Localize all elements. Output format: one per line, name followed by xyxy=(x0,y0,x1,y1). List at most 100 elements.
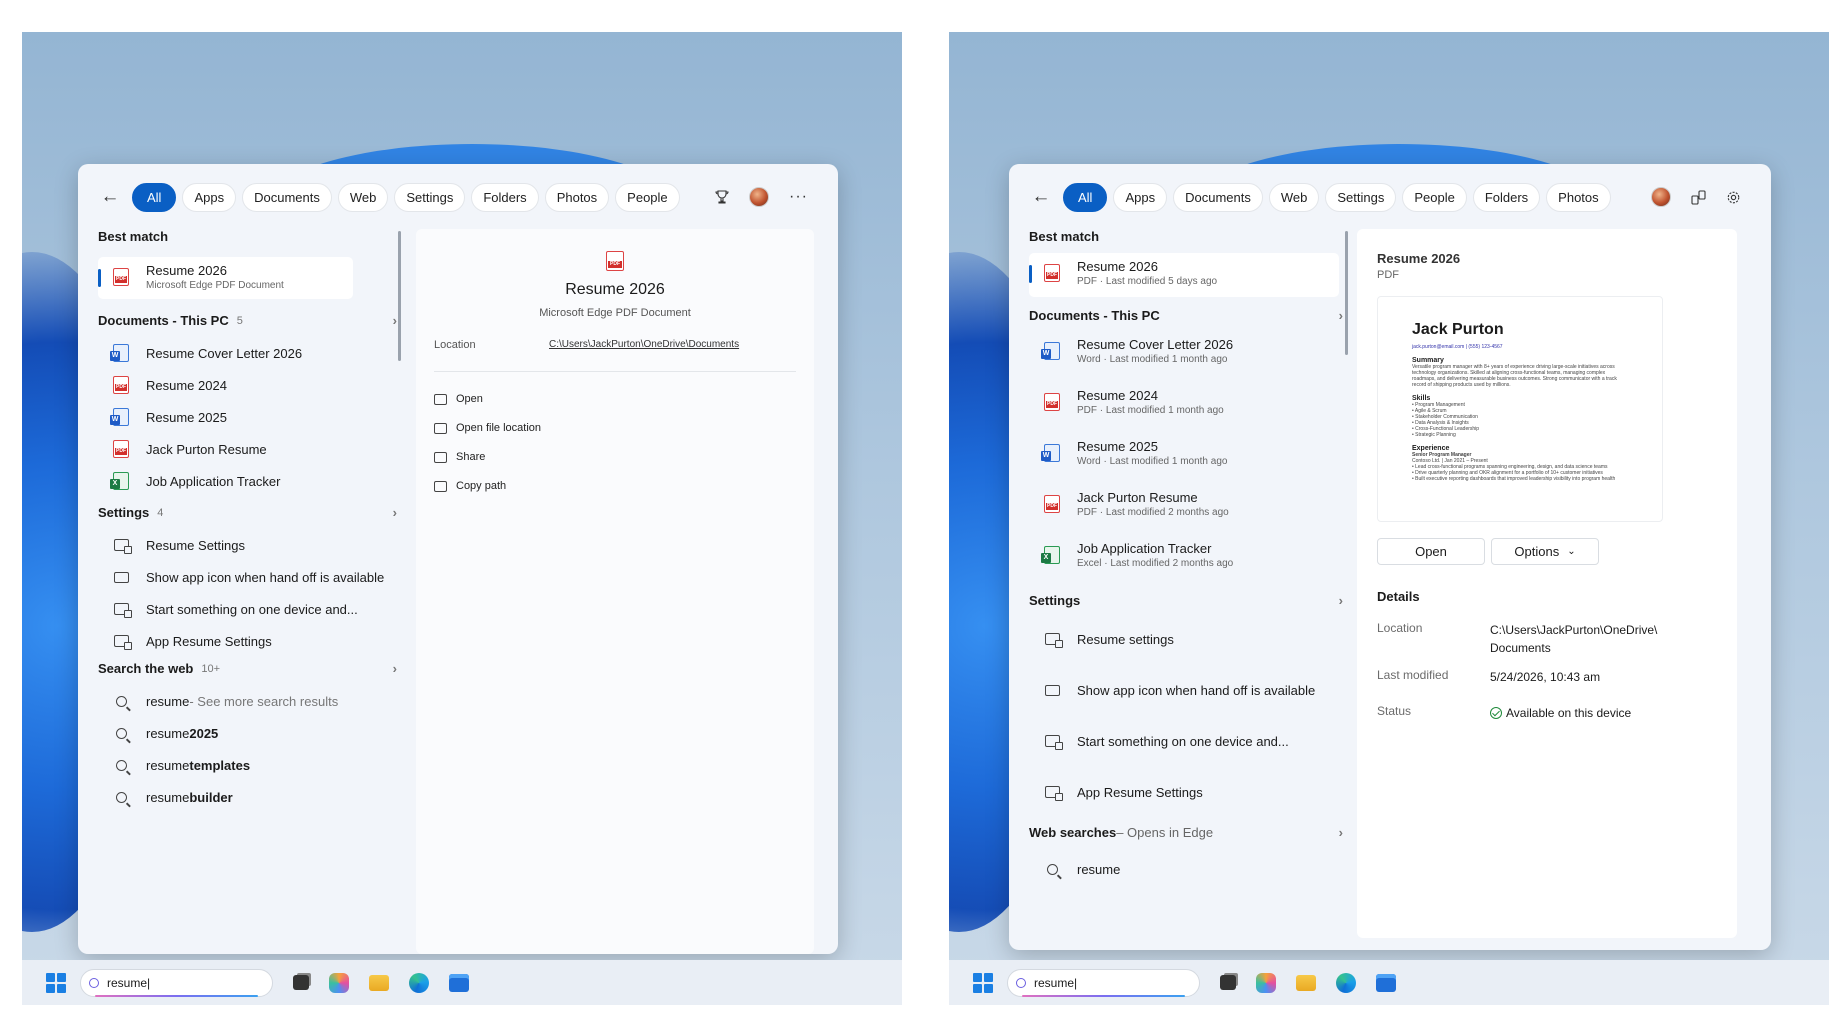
taskbar-search-input[interactable]: resume| xyxy=(1007,968,1200,997)
list-item[interactable]: Resume Settings xyxy=(98,533,403,557)
filter-bar: ← All Apps Documents Web Settings Folder… xyxy=(96,181,820,213)
back-arrow-icon[interactable]: ← xyxy=(1027,183,1055,211)
settings-heading[interactable]: Settings › xyxy=(1029,593,1349,608)
documents-heading[interactable]: Documents - This PC 5 › xyxy=(98,313,403,328)
web-searches-heading[interactable]: Web searches – Opens in Edge › xyxy=(1029,825,1349,840)
web-heading[interactable]: Search the web 10+ › xyxy=(98,661,403,676)
open-file-location-action[interactable]: Open file location xyxy=(434,422,541,434)
task-view-icon[interactable] xyxy=(293,975,309,990)
list-item[interactable]: resume - See more search results xyxy=(98,689,403,713)
preview-summary-heading: Summary xyxy=(1412,357,1444,364)
filter-settings[interactable]: Settings xyxy=(1325,182,1397,212)
edge-icon[interactable] xyxy=(409,972,429,993)
list-item-label: Show app icon when hand off is available xyxy=(146,569,385,585)
list-item[interactable]: Resume 2024 xyxy=(98,373,403,397)
file-explorer-icon[interactable] xyxy=(369,974,389,991)
filter-apps[interactable]: Apps xyxy=(182,182,237,212)
connected-devices-icon[interactable] xyxy=(1691,189,1706,205)
list-item-label: App Resume Settings xyxy=(1077,784,1203,800)
settings-count: 4 xyxy=(157,506,164,519)
list-item[interactable]: Job Application Tracker Excel · Last modi… xyxy=(1029,537,1349,573)
filter-photos[interactable]: Photos xyxy=(1546,182,1611,212)
open-action[interactable]: Open xyxy=(434,393,483,405)
windows-start-icon[interactable] xyxy=(46,972,66,993)
edge-icon[interactable] xyxy=(1336,972,1356,993)
list-item-title: Resume 2024 xyxy=(1077,388,1158,403)
list-item[interactable]: Resume 2025 Word · Last modified 1 month … xyxy=(1029,435,1349,471)
windows-start-icon[interactable] xyxy=(973,972,993,993)
list-item[interactable]: resume templates xyxy=(98,753,403,777)
pdf-icon xyxy=(1044,264,1060,282)
status-value: Available on this device xyxy=(1506,706,1632,720)
document-preview[interactable]: Jack Purton jack.purton@email.com | (555… xyxy=(1377,296,1663,522)
list-item[interactable]: App Resume Settings xyxy=(98,629,403,653)
list-item[interactable]: Resume Cover Letter 2026 Word · Last modi… xyxy=(1029,333,1349,369)
gear-icon[interactable] xyxy=(1726,190,1741,205)
list-item[interactable]: Job Application Tracker xyxy=(98,469,403,493)
scrollbar[interactable] xyxy=(398,231,401,361)
list-item[interactable]: Start something on one device and... xyxy=(98,597,403,621)
best-match-heading: Best match xyxy=(98,229,169,244)
list-item[interactable]: Resume 2025 xyxy=(98,405,403,429)
list-item[interactable]: Jack Purton Resume xyxy=(98,437,403,461)
back-arrow-icon[interactable]: ← xyxy=(96,183,124,211)
filter-folders[interactable]: Folders xyxy=(471,182,539,212)
best-match-item[interactable]: Resume 2026 PDF · Last modified 5 days a… xyxy=(1029,253,1339,297)
filter-web[interactable]: Web xyxy=(337,182,389,212)
modified-row: Last modified 5/24/2026, 10:43 am xyxy=(1377,668,1600,686)
pdf-icon xyxy=(606,251,624,271)
filter-folders[interactable]: Folders xyxy=(1472,182,1541,212)
more-options-icon[interactable]: ··· xyxy=(789,188,808,206)
list-item[interactable]: App Resume Settings xyxy=(1029,776,1349,808)
documents-heading[interactable]: Documents - This PC › xyxy=(1029,308,1349,323)
list-item[interactable]: resume xyxy=(1029,853,1349,885)
avatar[interactable] xyxy=(749,187,770,207)
best-match-item[interactable]: Resume 2026 Microsoft Edge PDF Document xyxy=(98,257,353,299)
filter-web[interactable]: Web xyxy=(1268,182,1320,212)
search-icon xyxy=(115,727,127,739)
location-link[interactable]: C:\Users\JackPurton\OneDrive\Documents xyxy=(549,339,739,350)
scrollbar[interactable] xyxy=(1345,231,1348,355)
search-icon xyxy=(115,695,127,707)
filter-all[interactable]: All xyxy=(1063,182,1108,212)
list-item[interactable]: Start something on one device and... xyxy=(1029,725,1349,757)
task-view-icon[interactable] xyxy=(1220,975,1236,990)
list-item[interactable]: Resume settings xyxy=(1029,623,1349,655)
filter-apps[interactable]: Apps xyxy=(1113,182,1168,212)
filter-all[interactable]: All xyxy=(132,182,177,212)
excel-icon xyxy=(110,472,129,490)
web-query-suffix: templates xyxy=(189,757,251,773)
list-item[interactable]: resume builder xyxy=(98,785,403,809)
web-query: resume xyxy=(146,757,190,773)
list-item[interactable]: resume 2025 xyxy=(98,721,403,745)
web-query-suffix: 2025 xyxy=(189,725,219,741)
trophy-icon[interactable] xyxy=(715,190,729,204)
store-icon[interactable] xyxy=(449,973,469,992)
list-item[interactable]: Show app icon when hand off is available xyxy=(1029,674,1349,706)
filter-photos[interactable]: Photos xyxy=(544,182,610,212)
file-explorer-icon[interactable] xyxy=(1296,974,1316,991)
best-match-subtitle: PDF · Last modified 5 days ago xyxy=(1077,276,1218,287)
store-icon[interactable] xyxy=(1376,973,1396,992)
filter-people[interactable]: People xyxy=(1402,182,1467,212)
copy-path-action[interactable]: Copy path xyxy=(434,480,506,492)
share-action[interactable]: Share xyxy=(434,451,485,463)
list-item[interactable]: Show app icon when hand off is available xyxy=(98,565,403,589)
list-item[interactable]: Jack Purton Resume PDF · Last modified 2 … xyxy=(1029,486,1349,522)
web-searches-label: Web searches xyxy=(1029,825,1117,840)
filter-people[interactable]: People xyxy=(615,182,680,212)
filter-documents[interactable]: Documents xyxy=(242,182,332,212)
filter-documents[interactable]: Documents xyxy=(1173,182,1263,212)
avatar[interactable] xyxy=(1651,187,1671,207)
settings-heading[interactable]: Settings 4 › xyxy=(98,505,403,520)
open-button[interactable]: Open xyxy=(1377,538,1485,565)
search-panel: ← All Apps Documents Web Settings People… xyxy=(1009,164,1771,950)
list-item[interactable]: Resume 2024 PDF · Last modified 1 month a… xyxy=(1029,384,1349,420)
copilot-icon[interactable] xyxy=(1256,972,1276,993)
taskbar-search-input[interactable]: resume| xyxy=(80,968,273,997)
filter-settings[interactable]: Settings xyxy=(394,182,466,212)
options-button[interactable]: Options ⌄ xyxy=(1491,538,1599,565)
web-query: resume xyxy=(146,693,190,709)
list-item[interactable]: Resume Cover Letter 2026 xyxy=(98,341,403,365)
copilot-icon[interactable] xyxy=(329,972,349,993)
